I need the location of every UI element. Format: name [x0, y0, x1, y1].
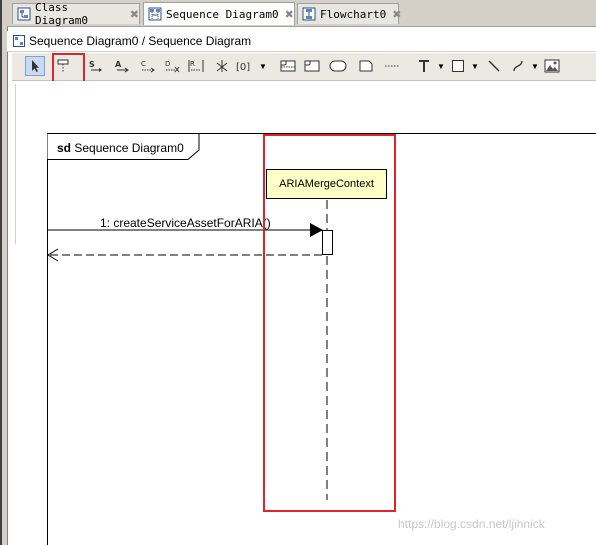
- svg-text:C: C: [141, 60, 146, 68]
- frame-keyword: sd: [57, 141, 72, 155]
- async-message-icon[interactable]: A: [112, 56, 132, 76]
- reply-message-icon[interactable]: R: [186, 56, 206, 76]
- interaction-use-icon[interactable]: [302, 56, 322, 76]
- tab-class-diagram0[interactable]: Class Diagram0 ✖: [12, 1, 140, 27]
- class-diagram-icon: [17, 7, 31, 21]
- sync-message-icon[interactable]: S: [86, 56, 106, 76]
- svg-text:R: R: [190, 60, 195, 68]
- rectangle-icon[interactable]: [448, 56, 468, 76]
- message-label[interactable]: 1: createServiceAssetForARIA(): [100, 216, 271, 230]
- found-message-icon[interactable]: [0]: [234, 56, 254, 76]
- tab-label: Class Diagram0: [35, 1, 88, 27]
- left-panel-edge: [0, 0, 8, 545]
- chevron-down-icon[interactable]: ▼: [470, 56, 480, 76]
- close-icon[interactable]: ✖: [130, 8, 139, 21]
- sequence-diagram-icon: [148, 7, 162, 21]
- svg-text:[0]: [0]: [236, 62, 250, 73]
- flowchart-icon: [302, 7, 316, 21]
- tab-sequence-diagram0[interactable]: Sequence Diagram0 ✖: [143, 2, 295, 25]
- tab-label: Flowchart0: [320, 7, 387, 21]
- text-icon[interactable]: [414, 56, 434, 76]
- comment-icon[interactable]: [356, 56, 376, 76]
- destroy-message-icon[interactable]: D: [162, 56, 182, 76]
- svg-text:D: D: [165, 60, 170, 68]
- tab-flowchart0[interactable]: Flowchart0 ✖: [297, 3, 401, 24]
- close-icon[interactable]: ✖: [285, 8, 294, 21]
- watermark: https://blog.csdn.net/ljihnick: [398, 517, 545, 531]
- chevron-down-icon[interactable]: ▼: [436, 56, 446, 76]
- diagram-toolbar: S A C D R [0] ▼ ▼ ▼ ▼: [12, 53, 596, 81]
- frame-name: Sequence Diagram0: [74, 141, 184, 155]
- svg-text:A: A: [115, 60, 122, 69]
- highlight-box-lifeline: [263, 134, 396, 512]
- lost-message-icon[interactable]: [212, 56, 232, 76]
- canvas-guide-line: [15, 84, 16, 244]
- chevron-down-icon[interactable]: ▼: [258, 56, 268, 76]
- tab-label: Sequence Diagram0: [166, 7, 279, 21]
- line-icon[interactable]: [484, 56, 504, 76]
- chevron-down-icon[interactable]: ▼: [530, 56, 540, 76]
- select-arrow-icon[interactable]: [25, 56, 45, 76]
- image-icon[interactable]: [542, 56, 562, 76]
- curve-icon[interactable]: [508, 56, 528, 76]
- diagram-title: Sequence Diagram0 / Sequence Diagram: [29, 34, 252, 48]
- svg-text:S: S: [89, 60, 95, 69]
- editor-tab-bar: Class Diagram0 ✖ Sequence Diagram0 ✖ Flo…: [7, 0, 596, 27]
- dashed-line-icon[interactable]: [382, 56, 402, 76]
- close-icon[interactable]: ✖: [392, 8, 401, 21]
- combined-fragment-icon[interactable]: [278, 56, 298, 76]
- state-invariant-icon[interactable]: [328, 56, 348, 76]
- diagram-icon: [13, 35, 25, 47]
- create-message-icon[interactable]: C: [138, 56, 158, 76]
- diagram-title-bar: Sequence Diagram0 / Sequence Diagram: [7, 31, 596, 52]
